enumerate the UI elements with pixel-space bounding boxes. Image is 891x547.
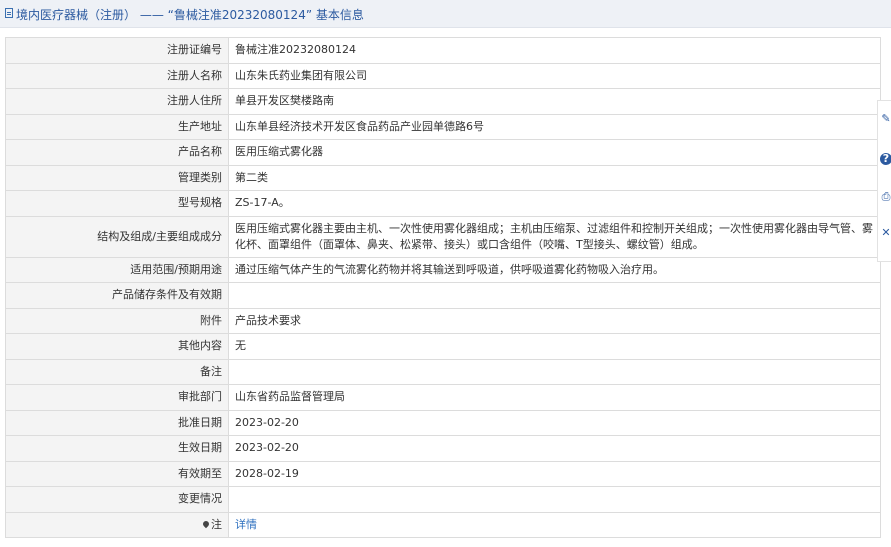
field-label: 生产地址 (5, 113, 229, 140)
field-value: 山东朱氏药业集团有限公司 (228, 62, 881, 89)
field-label: 适用范围/预期用途 (5, 256, 229, 283)
field-label: 批准日期 (5, 409, 229, 436)
field-label: 生效日期 (5, 435, 229, 462)
field-value: 鲁械注准20232080124 (228, 37, 881, 64)
side-toolbar: ✎ ? ⎙ ✕ (877, 100, 891, 262)
detail-table: 注册证编号 鲁械注准20232080124 注册人名称 山东朱氏药业集团有限公司… (5, 37, 881, 538)
field-label: 型号规格 (5, 190, 229, 217)
field-label: 有效期至 (5, 460, 229, 487)
table-row: 审批部门 山东省药品监督管理局 (5, 384, 881, 411)
table-row: 附件 产品技术要求 (5, 307, 881, 334)
field-label: 产品名称 (5, 139, 229, 166)
field-label: 注册证编号 (5, 37, 229, 64)
edit-icon[interactable]: ✎ (880, 113, 891, 125)
note-value-cell: 详情 (228, 511, 881, 538)
field-value: 山东单县经济技术开发区食品药品产业园单德路6号 (228, 113, 881, 140)
field-label: 审批部门 (5, 384, 229, 411)
field-value: 产品技术要求 (228, 307, 881, 334)
table-row: 有效期至 2028-02-19 (5, 460, 881, 487)
field-value: 山东省药品监督管理局 (228, 384, 881, 411)
field-value: ZS-17-A。 (228, 190, 881, 217)
field-label: 其他内容 (5, 333, 229, 360)
field-value: 通过压缩气体产生的气流雾化药物并将其输送到呼吸道，供呼吸道雾化药物吸入治疗用。 (228, 256, 881, 283)
field-value (228, 358, 881, 385)
table-row: 备注 (5, 358, 881, 385)
table-row: 注 详情 (5, 511, 881, 538)
field-label: 备注 (5, 358, 229, 385)
field-value (228, 282, 881, 309)
table-row: 批准日期 2023-02-20 (5, 409, 881, 436)
field-label: 产品储存条件及有效期 (5, 282, 229, 309)
details-link[interactable]: 详情 (235, 518, 257, 531)
document-icon (5, 8, 13, 18)
field-label: 管理类别 (5, 164, 229, 191)
page-title: 境内医疗器械（注册） —— “鲁械注准20232080124” 基本信息 (16, 8, 364, 22)
table-row: 生效日期 2023-02-20 (5, 435, 881, 462)
help-icon[interactable]: ? (880, 153, 891, 165)
table-row: 其他内容 无 (5, 333, 881, 360)
field-value: 2023-02-20 (228, 435, 881, 462)
field-value: 2023-02-20 (228, 409, 881, 436)
table-row: 注册人住所 单县开发区樊楼路南 (5, 88, 881, 115)
field-value: 第二类 (228, 164, 881, 191)
print-icon[interactable]: ⎙ (880, 191, 891, 203)
table-row: 生产地址 山东单县经济技术开发区食品药品产业园单德路6号 (5, 113, 881, 140)
field-value: 单县开发区樊楼路南 (228, 88, 881, 115)
field-value: 医用压缩式雾化器 (228, 139, 881, 166)
table-row: 适用范围/预期用途 通过压缩气体产生的气流雾化药物并将其输送到呼吸道，供呼吸道雾… (5, 256, 881, 283)
pin-icon (201, 519, 211, 528)
field-label: 附件 (5, 307, 229, 334)
field-label: 注册人住所 (5, 88, 229, 115)
note-label-cell: 注 (5, 511, 229, 538)
table-row: 变更情况 (5, 486, 881, 513)
table-row: 管理类别 第二类 (5, 164, 881, 191)
table-row: 结构及组成/主要组成成分 医用压缩式雾化器主要由主机、一次性使用雾化器组成；主机… (5, 215, 881, 258)
table-row: 产品储存条件及有效期 (5, 282, 881, 309)
field-label: 注册人名称 (5, 62, 229, 89)
field-label: 结构及组成/主要组成成分 (5, 215, 229, 258)
field-value: 2028-02-19 (228, 460, 881, 487)
table-row: 产品名称 医用压缩式雾化器 (5, 139, 881, 166)
page-header: 境内医疗器械（注册） —— “鲁械注准20232080124” 基本信息 (0, 0, 891, 28)
table-row: 注册人名称 山东朱氏药业集团有限公司 (5, 62, 881, 89)
field-label: 变更情况 (5, 486, 229, 513)
table-row: 注册证编号 鲁械注准20232080124 (5, 37, 881, 64)
field-label: 注 (211, 517, 222, 531)
close-icon[interactable]: ✕ (880, 227, 891, 239)
table-row: 型号规格 ZS-17-A。 (5, 190, 881, 217)
field-value (228, 486, 881, 513)
field-value: 无 (228, 333, 881, 360)
field-value: 医用压缩式雾化器主要由主机、一次性使用雾化器组成；主机由压缩泵、过滤组件和控制开… (228, 215, 881, 258)
